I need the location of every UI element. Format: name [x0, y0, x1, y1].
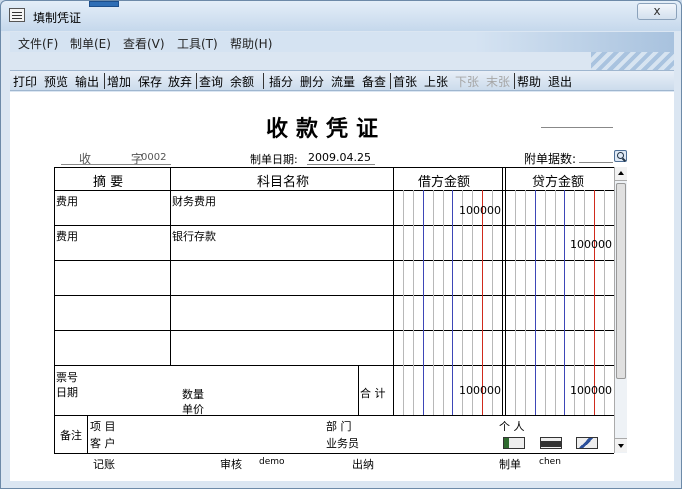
date-label: 制单日期: — [250, 153, 298, 166]
menu-file[interactable]: 文件(F) — [18, 35, 58, 52]
tool-preview[interactable]: 预览 — [44, 73, 68, 90]
project-label: 项 目 — [90, 420, 116, 433]
ticket-label: 票号 — [56, 371, 78, 384]
scroll-up-icon[interactable] — [615, 167, 627, 181]
voucher-number[interactable]: 0002 — [141, 152, 166, 163]
window-icon — [9, 8, 25, 22]
grid-line — [393, 167, 394, 415]
attachments-label: 附单据数: — [524, 152, 577, 166]
row2-summary[interactable]: 费用 — [56, 228, 78, 244]
quantity-label: 数量 — [182, 388, 204, 401]
vertical-scrollbar[interactable] — [614, 167, 627, 453]
header-account: 科目名称 — [257, 175, 310, 190]
total-debit: 100000 — [459, 384, 501, 397]
tool-balance[interactable]: 余额 — [230, 73, 254, 90]
header-summary: 摘 要 — [93, 175, 124, 190]
grid-line — [54, 190, 614, 191]
grid-line — [170, 167, 171, 365]
grid-line — [87, 415, 88, 453]
customer-label: 客 户 — [90, 437, 116, 450]
voucher-title: 收款凭证 — [266, 116, 387, 142]
date-field[interactable]: 2009.04.25 — [308, 151, 371, 164]
toolbar-separator — [514, 73, 515, 89]
title-bar: 填制凭证 x — [1, 1, 681, 31]
menu-view[interactable]: 查看(V) — [123, 35, 165, 52]
maker-name: chen — [539, 457, 561, 467]
grid-line — [54, 167, 614, 168]
window-title: 填制凭证 — [33, 11, 82, 25]
toolbar-separator — [104, 73, 105, 89]
voucher-word-underline — [61, 164, 171, 165]
grid-line — [54, 453, 614, 454]
grid-line — [505, 167, 506, 415]
close-button[interactable]: x — [637, 3, 677, 20]
tool-add[interactable]: 增加 — [107, 73, 131, 90]
row1-summary[interactable]: 费用 — [56, 193, 78, 209]
grid-line — [54, 225, 614, 226]
tool-save[interactable]: 保存 — [138, 73, 162, 90]
header-credit: 贷方金额 — [532, 175, 585, 190]
menu-help[interactable]: 帮助(H) — [230, 35, 272, 52]
person-label: 个 人 — [499, 420, 525, 433]
menu-bar: 文件(F) 制单(E) 查看(V) 工具(T) 帮助(H) — [10, 32, 674, 52]
menu-tools[interactable]: 工具(T) — [177, 35, 218, 52]
menu-edit[interactable]: 制单(E) — [70, 35, 111, 52]
tool-insert-line[interactable]: 插分 — [269, 73, 293, 90]
tool-last[interactable]: 末张 — [486, 73, 510, 90]
grid-line — [54, 167, 55, 453]
tool-next[interactable]: 下张 — [455, 73, 479, 90]
row1-account[interactable]: 财务费用 — [172, 193, 216, 209]
tool-delete-line[interactable]: 删分 — [300, 73, 324, 90]
decorative-pattern — [591, 52, 674, 70]
title-underline — [541, 127, 613, 128]
toolbar: 打印 预览 输出 增加 保存 放弃 查询 余额 插分 删分 流量 备查 首张 上… — [10, 70, 674, 91]
tool-cashflow[interactable]: 流量 — [331, 73, 355, 90]
tool-first[interactable]: 首张 — [393, 73, 417, 90]
tool-print[interactable]: 打印 — [13, 73, 37, 90]
note-icon-2[interactable] — [540, 437, 562, 449]
grid-line — [358, 365, 359, 415]
toolbar-separator — [263, 73, 264, 89]
department-label: 部 门 — [326, 420, 352, 433]
ticket-date-label: 日期 — [56, 386, 78, 399]
tool-prev[interactable]: 上张 — [424, 73, 448, 90]
attachments-field[interactable] — [579, 162, 613, 163]
grid-line — [54, 330, 614, 331]
price-label: 单价 — [182, 403, 204, 416]
scroll-thumb[interactable] — [616, 183, 626, 379]
date-underline — [307, 164, 375, 165]
tool-memo[interactable]: 备查 — [362, 73, 386, 90]
row2-credit[interactable]: 100000 — [552, 238, 612, 251]
bookkeeper-label: 记账 — [93, 458, 115, 471]
total-credit: 100000 — [570, 384, 612, 397]
total-label: 合 计 — [360, 387, 386, 400]
salesman-label: 业务员 — [326, 437, 359, 450]
tool-export[interactable]: 输出 — [75, 73, 99, 90]
grid-line — [502, 167, 503, 415]
tool-help[interactable]: 帮助 — [517, 73, 541, 90]
note-icon-1[interactable] — [503, 437, 525, 449]
note-icon-3[interactable] — [576, 437, 598, 449]
grid-line — [54, 415, 614, 416]
notes-label: 备注 — [60, 429, 82, 442]
header-debit: 借方金额 — [418, 175, 471, 190]
reviewer-name: demo — [259, 457, 285, 467]
toolbar-separator — [196, 73, 197, 89]
search-icon[interactable] — [614, 150, 627, 162]
voucher-window: 填制凭证 x 文件(F) 制单(E) 查看(V) 工具(T) 帮助(H) 打印 … — [0, 0, 682, 489]
row1-debit[interactable]: 100000 — [441, 204, 501, 217]
tool-discard[interactable]: 放弃 — [168, 73, 192, 90]
scroll-down-icon[interactable] — [615, 438, 627, 452]
taskbar-tab — [89, 1, 119, 7]
toolbar-separator — [390, 73, 391, 89]
grid-line — [54, 260, 614, 261]
grid-line — [54, 295, 614, 296]
maker-label: 制单 — [499, 458, 521, 471]
tool-exit[interactable]: 退出 — [548, 73, 572, 90]
cashier-label: 出纳 — [352, 458, 374, 471]
grid-line — [54, 365, 614, 366]
row2-account[interactable]: 银行存款 — [172, 228, 216, 244]
reviewer-label: 审核 — [220, 458, 242, 471]
tool-query[interactable]: 查询 — [199, 73, 223, 90]
